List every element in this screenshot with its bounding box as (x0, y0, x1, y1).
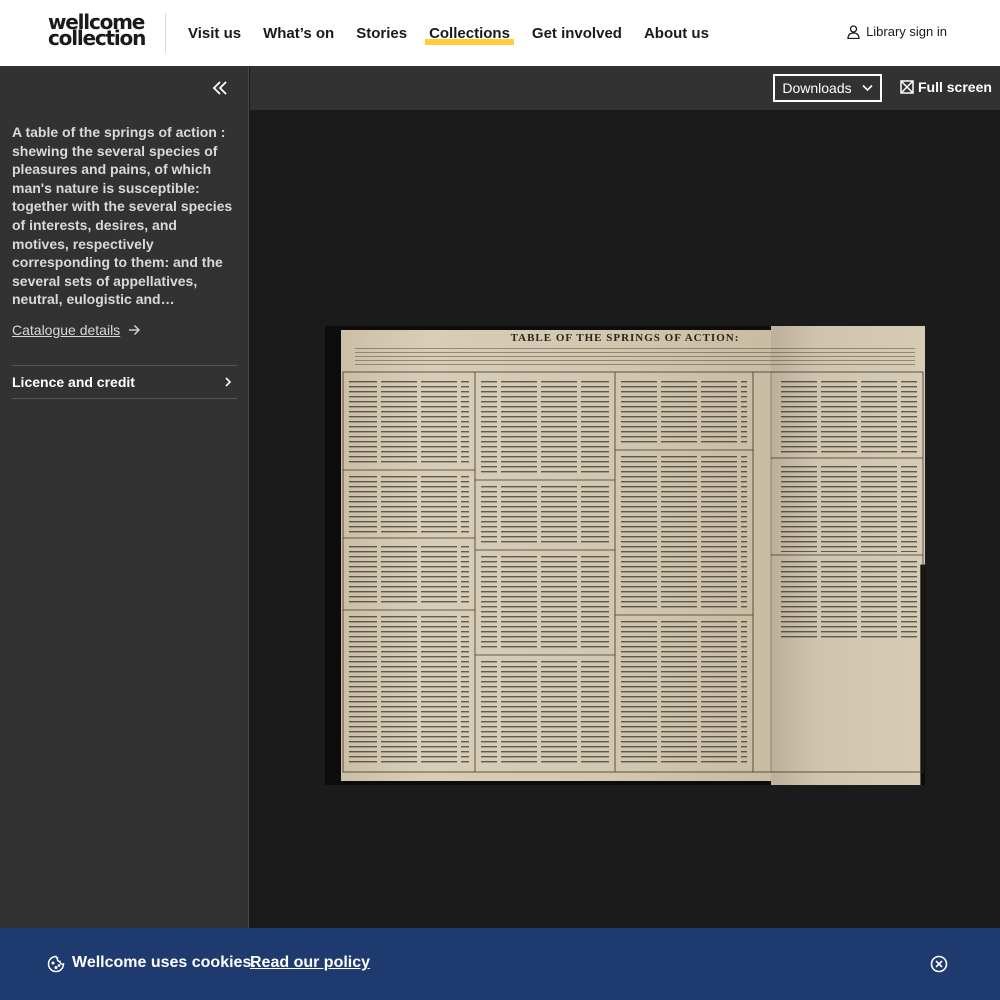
image-viewer[interactable]: TABLE OF THE SPRINGS OF ACTION: (250, 110, 1000, 928)
library-sign-in-link[interactable]: Library sign in (847, 24, 947, 39)
document-image: TABLE OF THE SPRINGS OF ACTION: (325, 326, 925, 785)
double-chevron-left-icon[interactable] (212, 80, 228, 96)
nav-whats-on[interactable]: What’s on (263, 21, 334, 46)
nav-stories[interactable]: Stories (356, 21, 407, 46)
viewer-toolbar: Downloads Full screen (250, 66, 1000, 110)
wellcome-logo[interactable]: wellcome collection (48, 12, 148, 50)
full-screen-button[interactable]: Full screen (900, 79, 992, 95)
cookie-banner: Wellcome uses cookies. Read our policy (0, 928, 1000, 1000)
document-intro-text (355, 348, 915, 366)
cookie-icon (47, 955, 65, 973)
work-title: A table of the springs of action : shewi… (12, 123, 236, 307)
downloads-button[interactable]: Downloads (773, 74, 882, 102)
full-screen-label: Full screen (918, 79, 992, 95)
downloads-label: Downloads (782, 80, 852, 96)
licence-and-credit-toggle[interactable]: Licence and credit (12, 365, 237, 399)
licence-and-credit-label: Licence and credit (12, 374, 135, 390)
expand-icon (900, 80, 914, 94)
user-icon (847, 24, 860, 39)
nav-get-involved[interactable]: Get involved (532, 21, 622, 46)
library-sign-in-label: Library sign in (866, 24, 947, 39)
chevron-down-icon (862, 84, 873, 92)
header-divider (165, 13, 166, 53)
info-sidebar: A table of the springs of action : shewi… (0, 66, 249, 928)
arrow-right-icon (129, 325, 141, 335)
catalogue-details-link[interactable]: Catalogue details (12, 322, 141, 338)
main-nav: Visit us What’s on Stories Collections G… (188, 0, 709, 66)
cookie-message: Wellcome uses cookies. (72, 954, 256, 971)
document-table-grid (342, 371, 924, 773)
catalogue-details-label: Catalogue details (12, 322, 121, 338)
nav-collections[interactable]: Collections (425, 21, 514, 46)
nav-about-us[interactable]: About us (644, 21, 709, 46)
chevron-right-icon (225, 377, 232, 387)
site-header: wellcome collection Visit us What’s on S… (0, 0, 1000, 66)
read-policy-link[interactable]: Read our policy (250, 954, 370, 972)
nav-visit-us[interactable]: Visit us (188, 21, 241, 46)
close-circle-icon[interactable] (930, 955, 948, 973)
work-title-text: A table of the springs of action : shewi… (12, 124, 233, 307)
logo-line-2: collection (48, 26, 146, 50)
document-heading: TABLE OF THE SPRINGS OF ACTION: (510, 332, 740, 344)
